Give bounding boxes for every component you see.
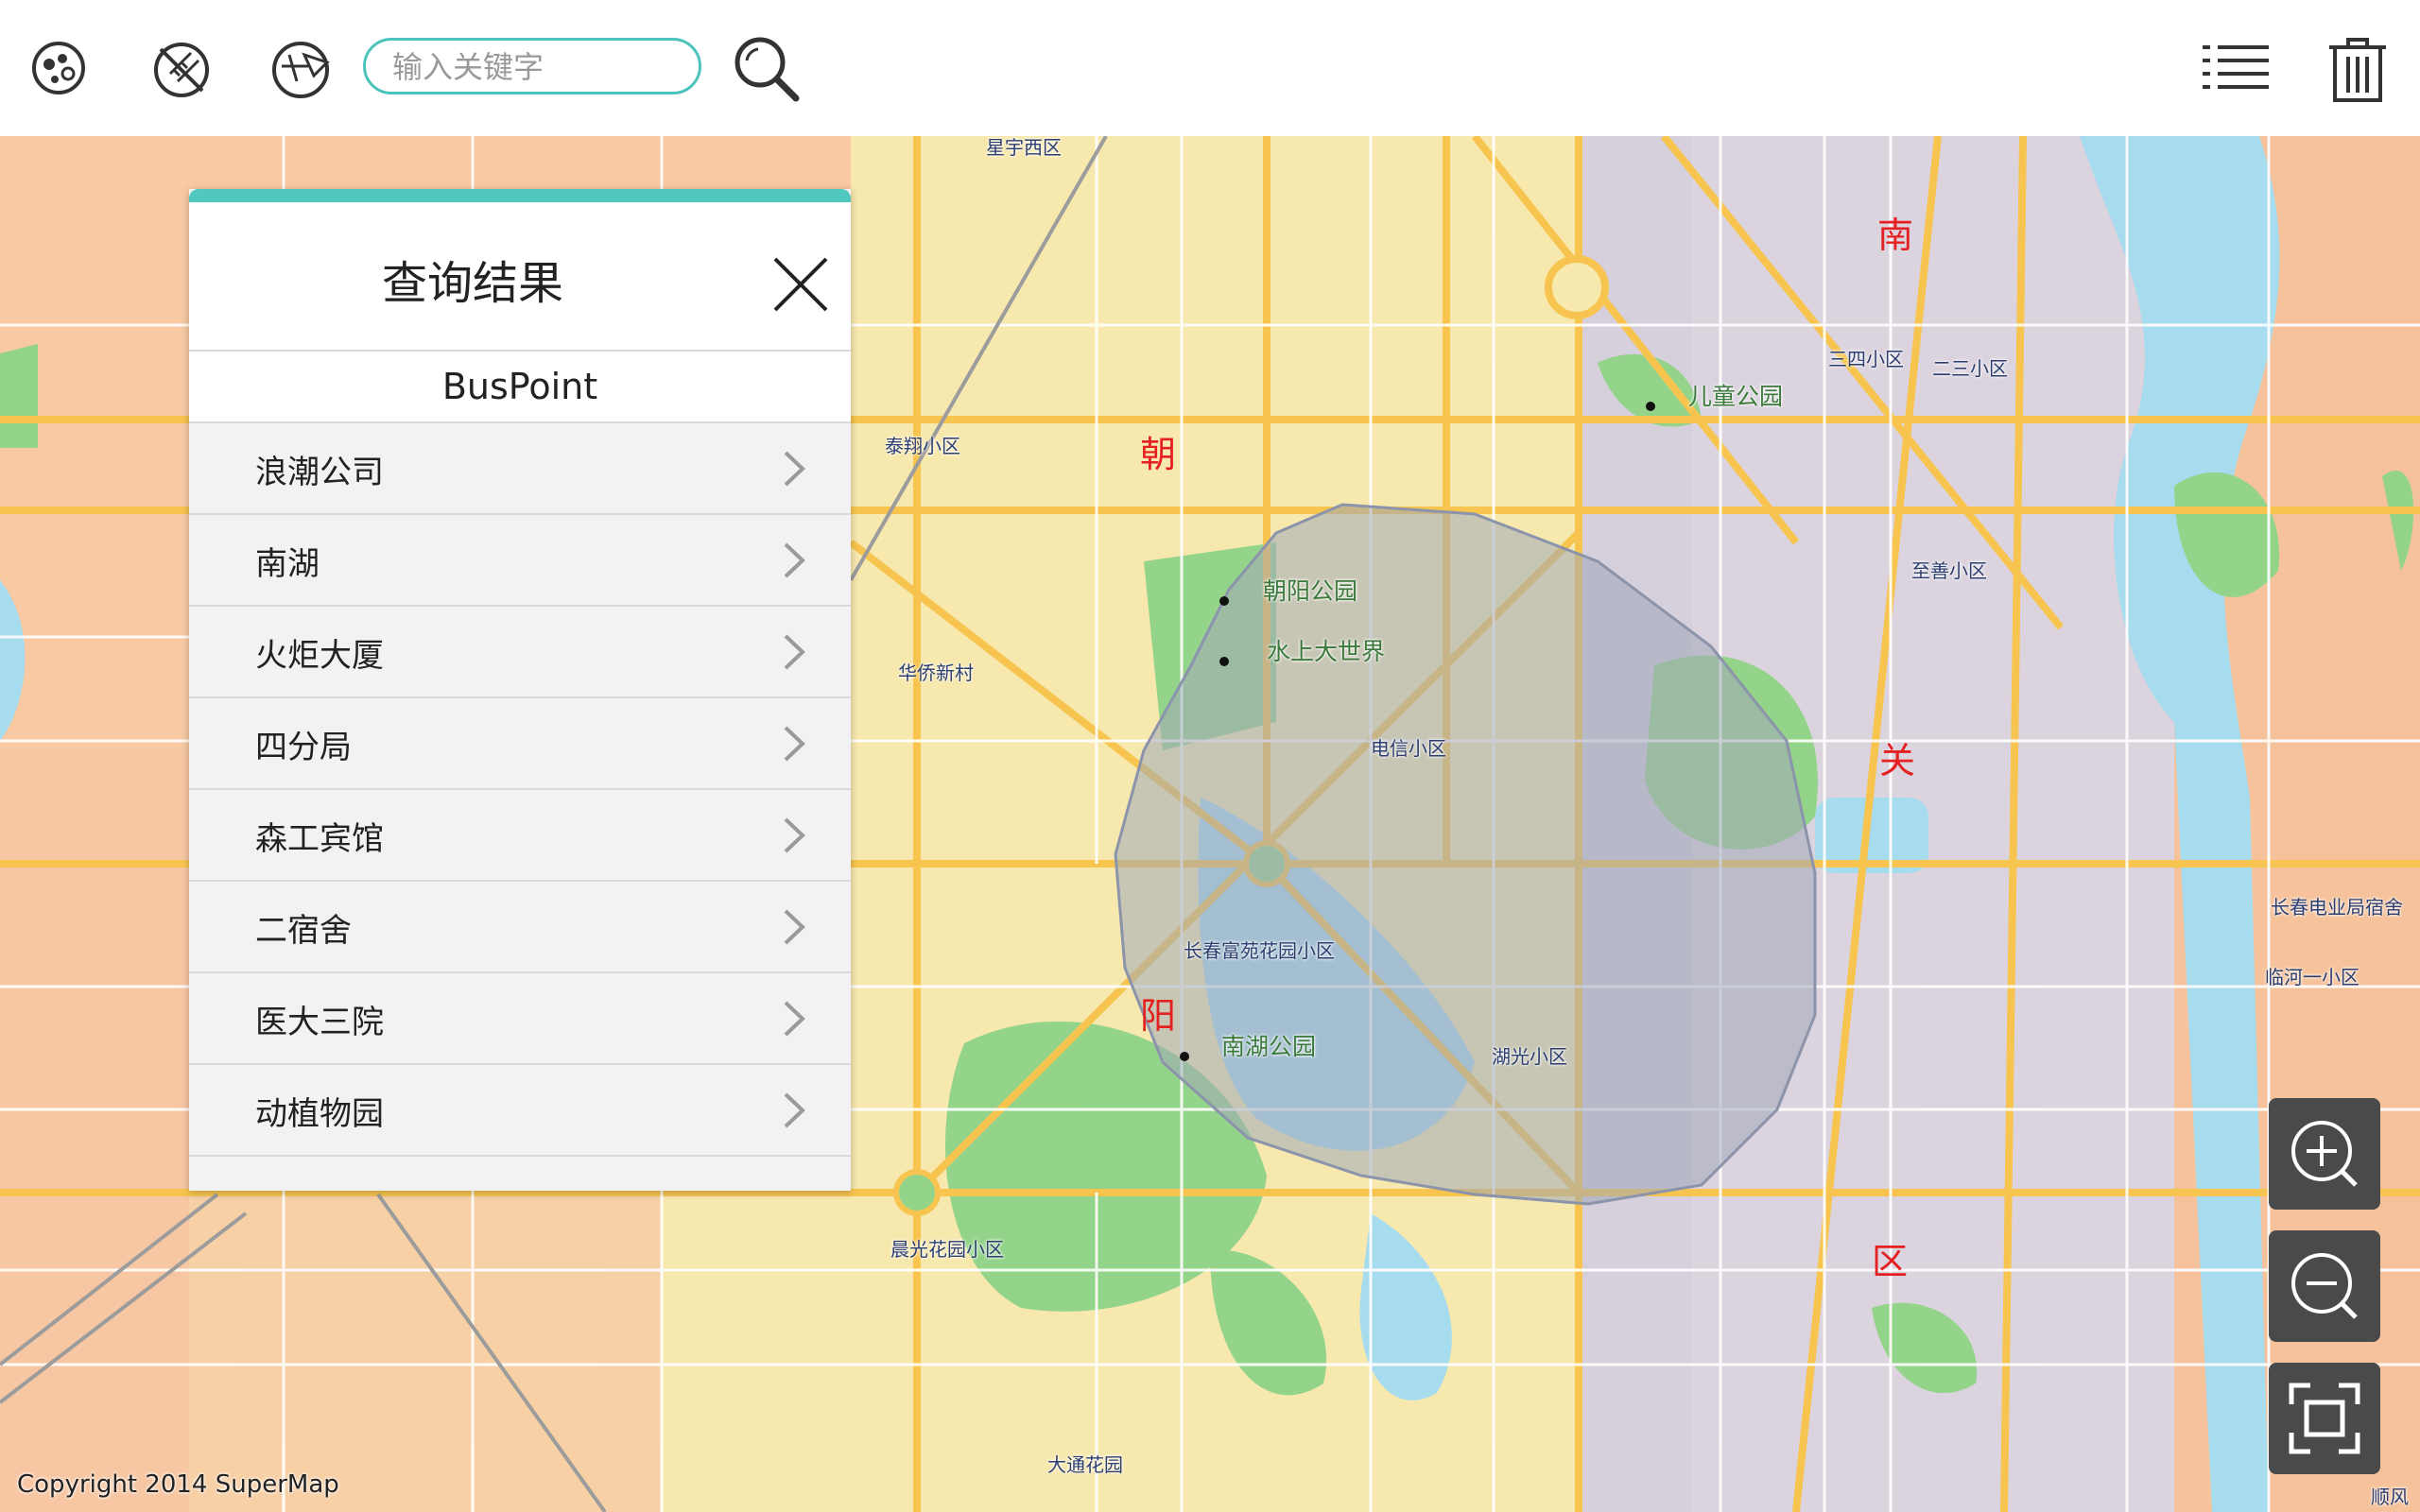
map-label: 大通花园 [1047, 1453, 1123, 1476]
list-item[interactable]: 浪潮公司 [189, 423, 851, 515]
map-label: 长春电业局宿舍 [2271, 896, 2403, 919]
list-item-label: 森工宾馆 [255, 820, 384, 858]
map-label: 南湖公园 [1221, 1033, 1317, 1060]
list-item-label: 火炬大厦 [255, 637, 384, 675]
chevron-right-icon [784, 909, 805, 945]
district-label: 阳 [1140, 995, 1177, 1037]
list-item[interactable]: 二宿舍 [189, 882, 851, 973]
map-label: 湖光小区 [1492, 1045, 1567, 1068]
map-label: 泰翔小区 [885, 435, 960, 457]
search-icon[interactable] [726, 28, 805, 108]
map-label: 临河一小区 [2265, 966, 2360, 988]
map-label: 儿童公园 [1688, 383, 1784, 410]
map-label: 二三小区 [1932, 357, 2008, 380]
list-item-label: 南湖 [255, 545, 320, 583]
list-item[interactable]: 四分局 [189, 698, 851, 790]
map-label: 星宇西区 [986, 136, 1062, 159]
map-label: 电信小区 [1371, 737, 1446, 760]
query-results-panel: 查询结果 BusPoint 浪潮公司 南湖 火炬大厦 四分局 森工宾馆 二宿舍 … [189, 189, 851, 1191]
clear-measure-icon[interactable] [142, 28, 221, 108]
district-label: 关 [1879, 740, 1916, 782]
query-icon[interactable] [263, 28, 342, 108]
list-item-label: 动植物园 [255, 1095, 384, 1133]
chevron-right-icon [784, 1001, 805, 1037]
list-item[interactable]: 动植物园 [189, 1065, 851, 1157]
district-label: 南 [1877, 215, 1914, 256]
list-icon[interactable] [2197, 28, 2276, 108]
trash-icon[interactable] [2318, 28, 2397, 108]
map-label: 长春富苑花园小区 [1184, 939, 1335, 962]
map-label: 三四小区 [1828, 348, 1904, 370]
layers-icon[interactable] [21, 28, 100, 108]
top-toolbar [0, 0, 2420, 136]
dataset-name: BusPoint [189, 352, 851, 423]
copyright-text: Copyright 2014 SuperMap [17, 1470, 339, 1499]
list-item-label: 二宿舍 [255, 912, 352, 950]
list-item[interactable]: 森工宾馆 [189, 790, 851, 882]
district-label: 朝 [1140, 434, 1177, 475]
chevron-right-icon [784, 542, 805, 578]
list-item-label: 浪潮公司 [255, 454, 384, 491]
result-list: 浪潮公司 南湖 火炬大厦 四分局 森工宾馆 二宿舍 医大三院 动植物园 [189, 423, 851, 1191]
list-item[interactable]: 医大三院 [189, 973, 851, 1065]
chevron-right-icon [784, 634, 805, 670]
chevron-right-icon [784, 1092, 805, 1128]
map-label: 朝阳公园 [1263, 577, 1358, 605]
search-box[interactable] [363, 38, 701, 94]
map-label: 至善小区 [1911, 559, 1987, 582]
map-label: 顺风 [2371, 1486, 2409, 1508]
map-label: 晨光花园小区 [890, 1238, 1004, 1261]
chevron-right-icon [784, 451, 805, 487]
search-input[interactable] [392, 48, 676, 86]
zoom-out-icon[interactable] [2269, 1230, 2380, 1342]
panel-title: 查询结果 [381, 257, 563, 310]
close-icon[interactable] [771, 255, 830, 314]
list-item[interactable] [189, 1157, 851, 1191]
list-item-label: 四分局 [255, 729, 352, 766]
panel-header: 查询结果 [189, 202, 851, 352]
list-item[interactable]: 火炬大厦 [189, 607, 851, 698]
chevron-right-icon [784, 726, 805, 762]
map-label: 华侨新村 [898, 662, 974, 684]
zoom-in-icon[interactable] [2269, 1098, 2380, 1210]
district-label: 区 [1872, 1241, 1909, 1282]
full-extent-icon[interactable] [2269, 1363, 2380, 1474]
list-item-label: 医大三院 [255, 1004, 384, 1041]
panel-accent-bar [189, 189, 851, 202]
chevron-right-icon [784, 817, 805, 853]
list-item[interactable]: 南湖 [189, 515, 851, 607]
map-label: 水上大世界 [1267, 638, 1386, 665]
